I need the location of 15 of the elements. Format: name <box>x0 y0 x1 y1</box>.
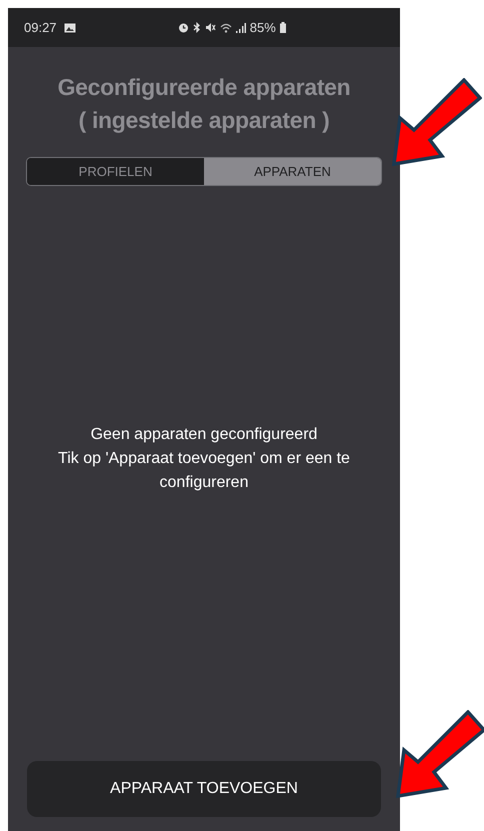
battery-percentage: 85% <box>250 20 276 35</box>
status-time: 09:27 <box>24 20 57 35</box>
empty-hint: Tik op 'Apparaat toevoegen' om er een te configureren <box>57 448 351 492</box>
add-device-button[interactable]: APPARAAT TOEVOEGEN <box>27 761 381 817</box>
mute-icon <box>204 22 216 33</box>
tab[interactable]: APPARATEN <box>204 158 381 185</box>
alarm-icon <box>178 22 189 33</box>
image-icon <box>64 22 76 32</box>
empty-message: Geen apparaten geconfigureerd <box>90 424 318 444</box>
screen-subtitle: ( ingestelde apparaten ) <box>78 106 330 135</box>
bluetooth-icon <box>192 22 201 33</box>
wifi-icon <box>220 22 232 32</box>
screen-title: Geconfigureerde apparaten <box>58 73 350 102</box>
battery-icon <box>280 22 286 33</box>
signal-icon <box>236 22 246 32</box>
